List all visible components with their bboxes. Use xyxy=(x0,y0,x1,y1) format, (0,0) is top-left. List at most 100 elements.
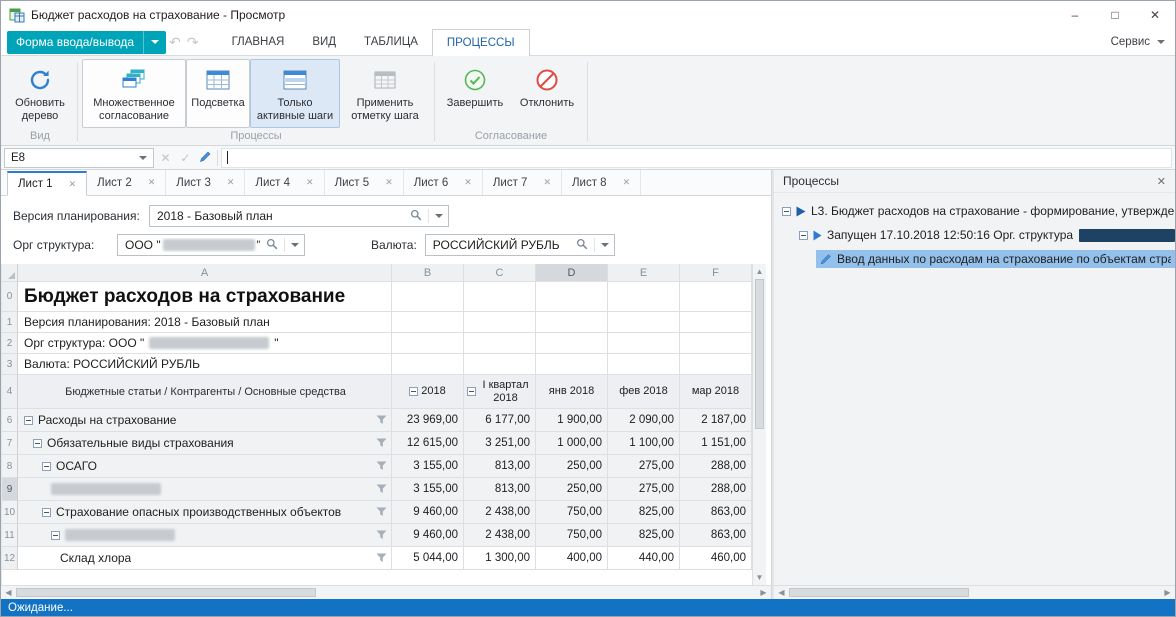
column-header-F[interactable]: F xyxy=(680,264,752,282)
grid-cell-E0[interactable] xyxy=(608,282,680,312)
select-all-corner[interactable] xyxy=(2,264,18,282)
grid-cell-C2[interactable] xyxy=(464,333,536,354)
filter-icon[interactable] xyxy=(376,415,387,425)
grid-cell-A9[interactable] xyxy=(18,478,392,501)
grid-cell-B12[interactable]: 5 044,00 xyxy=(392,547,464,570)
close-tab-icon[interactable]: ✕ xyxy=(306,177,314,188)
collapse-icon[interactable] xyxy=(799,231,808,240)
scroll-left-icon[interactable]: ◀ xyxy=(774,586,789,599)
grid-cell-D2[interactable] xyxy=(536,333,608,354)
grid-cell-F0[interactable] xyxy=(680,282,752,312)
close-tab-icon[interactable]: ✕ xyxy=(227,177,235,188)
process-item-2[interactable]: Ввод данных по расходам на страхование п… xyxy=(774,247,1175,271)
dropdown-button[interactable] xyxy=(594,238,609,252)
cell-reference-box[interactable]: E8 xyxy=(4,148,154,168)
grid-header-col-F[interactable]: мар 2018 xyxy=(680,375,752,409)
scrollbar-thumb[interactable] xyxy=(755,279,764,429)
grid-cell-B8[interactable]: 3 155,00 xyxy=(392,455,464,478)
grid-cell-D11[interactable]: 750,00 xyxy=(536,524,608,547)
form-mode-button[interactable]: Форма ввода/вывода xyxy=(7,31,166,54)
grid-cell-B2[interactable] xyxy=(392,333,464,354)
grid-cell-E6[interactable]: 2 090,00 xyxy=(608,409,680,432)
grid-cell-E12[interactable]: 440,00 xyxy=(608,547,680,570)
horizontal-scrollbar[interactable]: ◀ ▶ xyxy=(774,585,1175,599)
service-menu[interactable]: Сервис xyxy=(1111,36,1165,48)
active-steps-toggle[interactable]: Только активные шаги xyxy=(250,59,340,128)
scroll-left-icon[interactable]: ◀ xyxy=(1,586,16,599)
collapse-icon[interactable] xyxy=(42,462,51,471)
grid-cell-E10[interactable]: 825,00 xyxy=(608,501,680,524)
apply-step-mark-button[interactable]: Применить отметку шага xyxy=(340,59,430,128)
grid-cell-F3[interactable] xyxy=(680,354,752,375)
close-tab-icon[interactable]: ✕ xyxy=(148,177,156,188)
grid-cell-C1[interactable] xyxy=(464,312,536,333)
close-tab-icon[interactable]: ✕ xyxy=(385,177,393,188)
grid-cell-A12[interactable]: Склад хлора xyxy=(18,547,392,570)
grid-cell-B10[interactable]: 9 460,00 xyxy=(392,501,464,524)
column-header-A[interactable]: A xyxy=(18,264,392,282)
row-header-3[interactable]: 3 xyxy=(2,354,18,375)
scroll-right-icon[interactable]: ▶ xyxy=(756,586,771,599)
scroll-right-icon[interactable]: ▶ xyxy=(1160,586,1175,599)
grid-cell-E3[interactable] xyxy=(608,354,680,375)
search-icon[interactable] xyxy=(576,238,588,253)
collapse-icon[interactable] xyxy=(24,416,33,425)
vertical-scrollbar[interactable]: ▲ ▼ xyxy=(752,264,766,585)
currency-combo[interactable]: РОССИЙСКИЙ РУБЛЬ xyxy=(425,234,615,256)
filter-icon[interactable] xyxy=(376,484,387,494)
grid-cell-F8[interactable]: 288,00 xyxy=(680,455,752,478)
grid-cell-D1[interactable] xyxy=(536,312,608,333)
grid-cell-A2[interactable]: Орг структура: ООО "" xyxy=(18,333,392,354)
grid-header-col-C[interactable]: I квартал 2018 xyxy=(464,375,536,409)
redo-icon[interactable]: ↷ xyxy=(187,35,199,49)
scrollbar-thumb[interactable] xyxy=(789,588,969,597)
close-button[interactable]: ✕ xyxy=(1135,1,1175,29)
grid-cell-A8[interactable]: ОСАГО xyxy=(18,455,392,478)
grid-cell-A6[interactable]: Расходы на страхование xyxy=(18,409,392,432)
sheet-tab-6[interactable]: Лист 7✕ xyxy=(483,170,562,195)
grid-cell-C3[interactable] xyxy=(464,354,536,375)
row-header-10[interactable]: 10 xyxy=(2,501,18,524)
filter-icon[interactable] xyxy=(376,507,387,517)
close-tab-icon[interactable]: ✕ xyxy=(543,177,551,188)
collapse-icon[interactable] xyxy=(409,387,418,396)
grid-cell-E2[interactable] xyxy=(608,333,680,354)
row-header-11[interactable]: 11 xyxy=(2,524,18,547)
grid-cell-E1[interactable] xyxy=(608,312,680,333)
row-header-12[interactable]: 12 xyxy=(2,547,18,570)
dropdown-button[interactable] xyxy=(428,209,443,223)
grid-cell-B3[interactable] xyxy=(392,354,464,375)
grid-header-col-E[interactable]: фев 2018 xyxy=(608,375,680,409)
grid-cell-B7[interactable]: 12 615,00 xyxy=(392,432,464,455)
filter-icon[interactable] xyxy=(376,438,387,448)
scroll-down-icon[interactable]: ▼ xyxy=(753,570,766,585)
grid-cell-B0[interactable] xyxy=(392,282,464,312)
form-mode-dropdown[interactable] xyxy=(143,31,166,54)
grid-cell-A1[interactable]: Версия планирования: 2018 - Базовый план xyxy=(18,312,392,333)
close-panel-icon[interactable]: ✕ xyxy=(1157,175,1166,188)
grid-cell-A0[interactable]: Бюджет расходов на страхование xyxy=(18,282,392,312)
scroll-up-icon[interactable]: ▲ xyxy=(753,264,766,279)
sheet-tab-4[interactable]: Лист 5✕ xyxy=(325,170,404,195)
grid-cell-B6[interactable]: 23 969,00 xyxy=(392,409,464,432)
grid-cell-B9[interactable]: 3 155,00 xyxy=(392,478,464,501)
grid-cell-C10[interactable]: 2 438,00 xyxy=(464,501,536,524)
formula-input[interactable] xyxy=(221,148,1172,168)
collapse-icon[interactable] xyxy=(33,439,42,448)
process-item-1[interactable]: Запущен 17.10.2018 12:50:16 Орг. структу… xyxy=(774,223,1175,247)
sheet-tab-0[interactable]: Лист 1✕ xyxy=(7,171,87,196)
column-header-B[interactable]: B xyxy=(392,264,464,282)
grid-cell-F11[interactable]: 863,00 xyxy=(680,524,752,547)
grid-cell-F7[interactable]: 1 151,00 xyxy=(680,432,752,455)
sheet-tab-1[interactable]: Лист 2✕ xyxy=(87,170,166,195)
grid-cell-D3[interactable] xyxy=(536,354,608,375)
ribbon-tab-0[interactable]: ГЛАВНАЯ xyxy=(218,29,299,55)
scrollbar-thumb[interactable] xyxy=(16,588,316,597)
version-combo[interactable]: 2018 - Базовый план xyxy=(149,205,449,227)
grid-cell-D6[interactable]: 1 900,00 xyxy=(536,409,608,432)
grid-cell-D8[interactable]: 250,00 xyxy=(536,455,608,478)
collapse-icon[interactable] xyxy=(782,207,791,216)
column-header-C[interactable]: C xyxy=(464,264,536,282)
multi-approval-button[interactable]: Множественное согласование xyxy=(82,59,186,128)
search-icon[interactable] xyxy=(410,209,422,224)
